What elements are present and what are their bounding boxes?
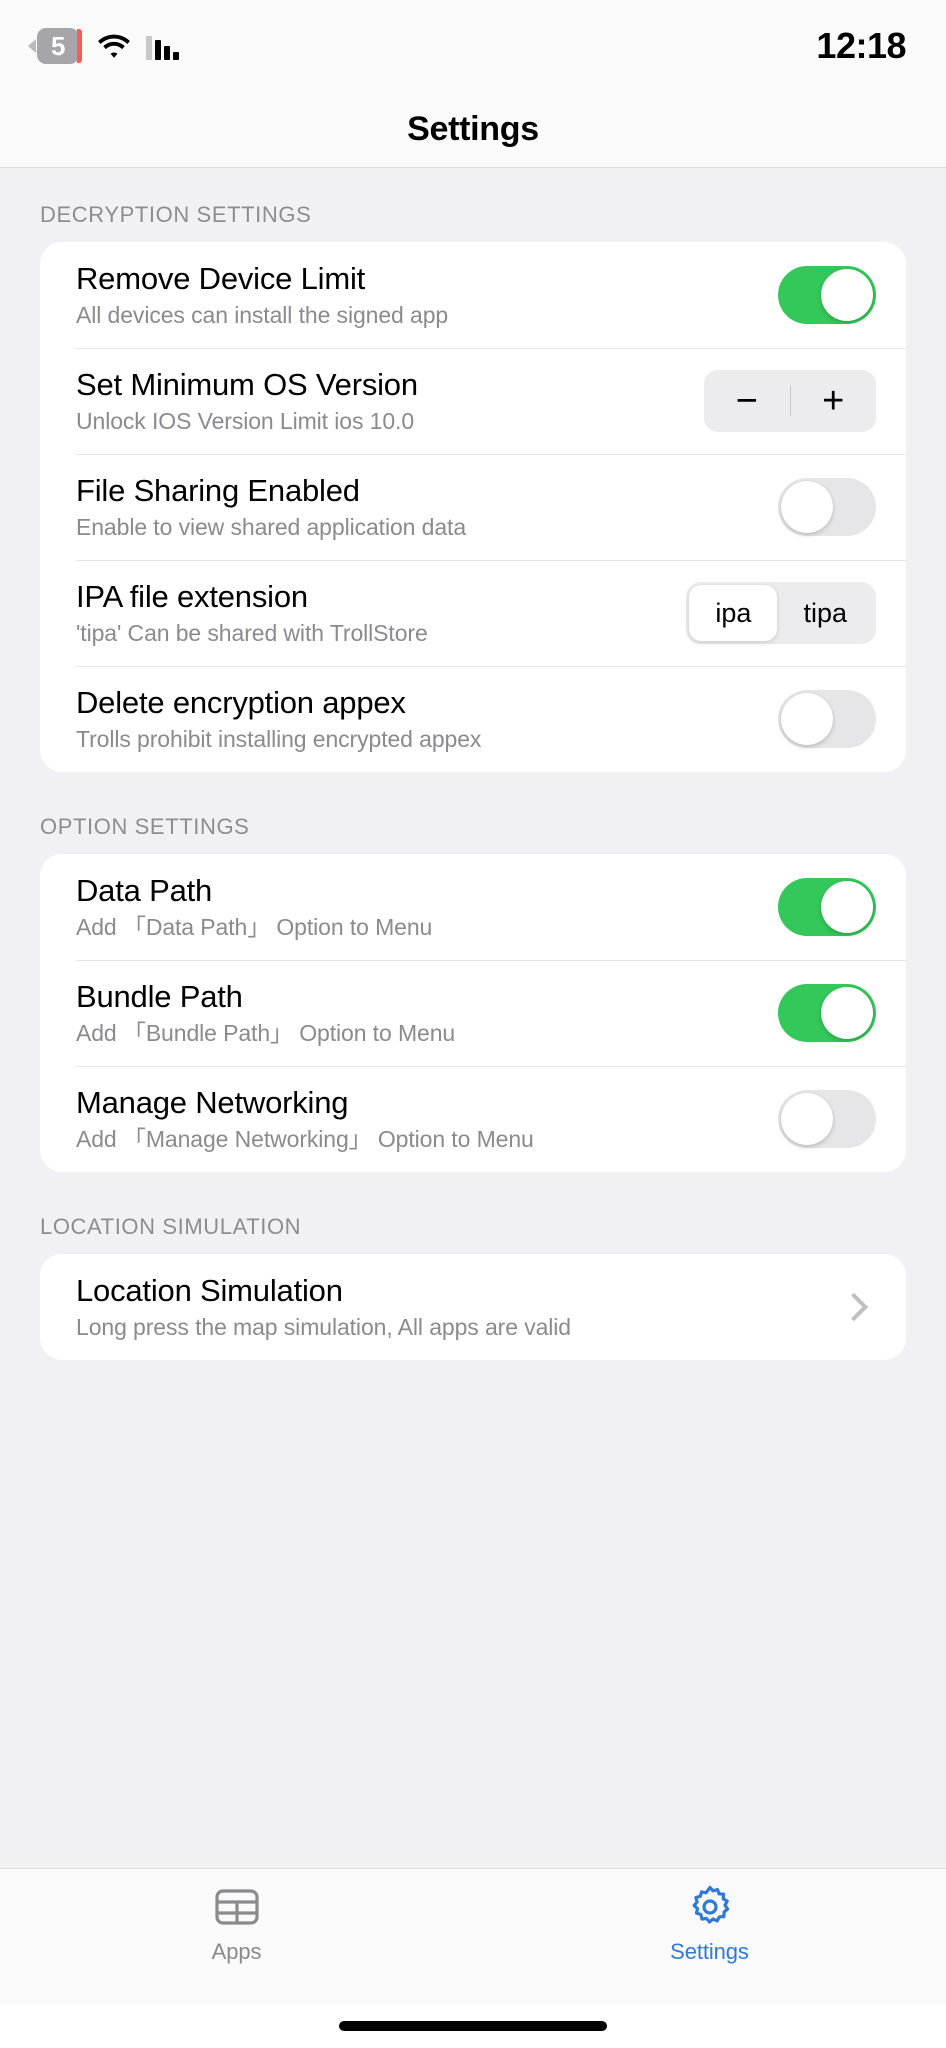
settings-card: Remove Device Limit All devices can inst… — [40, 242, 906, 772]
toggle-bundle-path[interactable] — [778, 984, 876, 1042]
section-decryption-settings: DECRYPTION SETTINGS Remove Device Limit … — [0, 168, 946, 772]
row-subtitle: Long press the map simulation, All apps … — [76, 1313, 571, 1340]
row-subtitle: 'tipa' Can be shared with TrollStore — [76, 619, 428, 646]
row-text: IPA file extension 'tipa' Can be shared … — [76, 561, 428, 665]
row-subtitle: Add 「Data Path」 Option to Menu — [76, 913, 433, 940]
gear-icon — [684, 1881, 736, 1933]
row-text: Remove Device Limit All devices can inst… — [76, 243, 448, 347]
tab-settings[interactable]: Settings — [473, 1881, 946, 2004]
row-remove-device-limit[interactable]: Remove Device Limit All devices can inst… — [40, 242, 906, 348]
wifi-icon — [96, 32, 132, 60]
row-subtitle: Unlock IOS Version Limit ios 10.0 — [76, 407, 415, 434]
tab-bar: Apps Settings — [0, 1868, 946, 2004]
row-title: Location Simulation — [76, 1272, 343, 1308]
row-text: Delete encryption appex Trolls prohibit … — [76, 667, 481, 771]
row-location-simulation[interactable]: Location Simulation Long press the map s… — [40, 1254, 906, 1360]
row-text: Data Path Add 「Data Path」 Option to Menu — [76, 855, 432, 959]
segment-ipa[interactable]: ipa — [689, 585, 778, 641]
toggle-knob — [781, 1093, 833, 1145]
row-set-minimum-os-version[interactable]: Set Minimum OS Version Unlock IOS Versio… — [40, 348, 906, 454]
row-file-sharing-enabled[interactable]: File Sharing Enabled Enable to view shar… — [40, 454, 906, 560]
toggle-knob — [781, 693, 833, 745]
row-subtitle: Add 「Manage Networking」 Option to Menu — [76, 1125, 534, 1152]
status-bar: 5 12:18 — [0, 0, 946, 92]
home-indicator-area — [0, 2004, 946, 2048]
settings-screen: 5 12:18 Settings DECRYPTION SETTINGS Rem… — [0, 0, 946, 2048]
badge-edge-marker — [77, 29, 82, 63]
toggle-file-sharing-enabled[interactable] — [778, 478, 876, 536]
grid-icon — [211, 1881, 263, 1933]
toggle-remove-device-limit[interactable] — [778, 266, 876, 324]
section-option-settings: OPTION SETTINGS Data Path Add 「Data Path… — [0, 780, 946, 1172]
section-header: LOCATION SIMULATION — [40, 1214, 302, 1239]
home-indicator[interactable] — [339, 2021, 607, 2031]
settings-card: Location Simulation Long press the map s… — [40, 1254, 906, 1360]
section-header: OPTION SETTINGS — [40, 814, 250, 839]
toggle-delete-encryption-appex[interactable] — [778, 690, 876, 748]
tab-label: Apps — [211, 1939, 262, 1964]
row-data-path[interactable]: Data Path Add 「Data Path」 Option to Menu — [40, 854, 906, 960]
row-text: Location Simulation Long press the map s… — [76, 1255, 571, 1359]
segment-tipa[interactable]: tipa — [777, 585, 873, 641]
toggle-manage-networking[interactable] — [778, 1090, 876, 1148]
segmented-control-ipa-extension[interactable]: ipa tipa — [686, 582, 876, 644]
back-to-app-badge[interactable]: 5 — [28, 28, 82, 64]
chevron-right-icon — [839, 1292, 869, 1322]
section-location-simulation: LOCATION SIMULATION Location Simulation … — [0, 1180, 946, 1360]
status-bar-clock: 12:18 — [816, 25, 906, 66]
settings-list: DECRYPTION SETTINGS Remove Device Limit … — [0, 168, 946, 1868]
toggle-knob — [821, 881, 873, 933]
navigation-bar: Settings — [0, 92, 946, 168]
row-subtitle: Enable to view shared application data — [76, 513, 467, 540]
row-bundle-path[interactable]: Bundle Path Add 「Bundle Path」 Option to … — [40, 960, 906, 1066]
row-manage-networking[interactable]: Manage Networking Add 「Manage Networking… — [40, 1066, 906, 1172]
row-title: Data Path — [76, 872, 213, 908]
row-title: Bundle Path — [76, 978, 243, 1014]
row-delete-encryption-appex[interactable]: Delete encryption appex Trolls prohibit … — [40, 666, 906, 772]
stepper-os-version[interactable]: − + — [704, 370, 876, 432]
row-subtitle: All devices can install the signed app — [76, 301, 449, 328]
row-title: File Sharing Enabled — [76, 472, 360, 508]
row-title: Manage Networking — [76, 1084, 349, 1120]
tab-apps[interactable]: Apps — [0, 1881, 473, 2004]
back-caret-icon — [28, 39, 36, 53]
status-bar-left: 5 — [28, 28, 179, 64]
row-ipa-file-extension[interactable]: IPA file extension 'tipa' Can be shared … — [40, 560, 906, 666]
badge-count: 5 — [37, 28, 79, 64]
row-title: IPA file extension — [76, 578, 308, 614]
row-text: File Sharing Enabled Enable to view shar… — [76, 455, 466, 559]
toggle-knob — [821, 269, 873, 321]
toggle-data-path[interactable] — [778, 878, 876, 936]
stepper-increment-button[interactable]: + — [791, 370, 877, 432]
row-text: Bundle Path Add 「Bundle Path」 Option to … — [76, 961, 455, 1065]
cellular-signal-icon — [146, 32, 179, 60]
row-subtitle: Trolls prohibit installing encrypted app… — [76, 725, 482, 752]
settings-card: Data Path Add 「Data Path」 Option to Menu… — [40, 854, 906, 1172]
row-text: Set Minimum OS Version Unlock IOS Versio… — [76, 349, 418, 453]
toggle-knob — [781, 481, 833, 533]
stepper-decrement-button[interactable]: − — [704, 370, 790, 432]
row-title: Delete encryption appex — [76, 684, 406, 720]
page-title: Settings — [407, 110, 539, 148]
tab-label: Settings — [670, 1939, 749, 1964]
row-title: Remove Device Limit — [76, 260, 366, 296]
toggle-knob — [821, 987, 873, 1039]
row-title: Set Minimum OS Version — [76, 366, 418, 402]
row-subtitle: Add 「Bundle Path」 Option to Menu — [76, 1019, 456, 1046]
row-text: Manage Networking Add 「Manage Networking… — [76, 1067, 534, 1171]
section-header: DECRYPTION SETTINGS — [40, 202, 312, 227]
